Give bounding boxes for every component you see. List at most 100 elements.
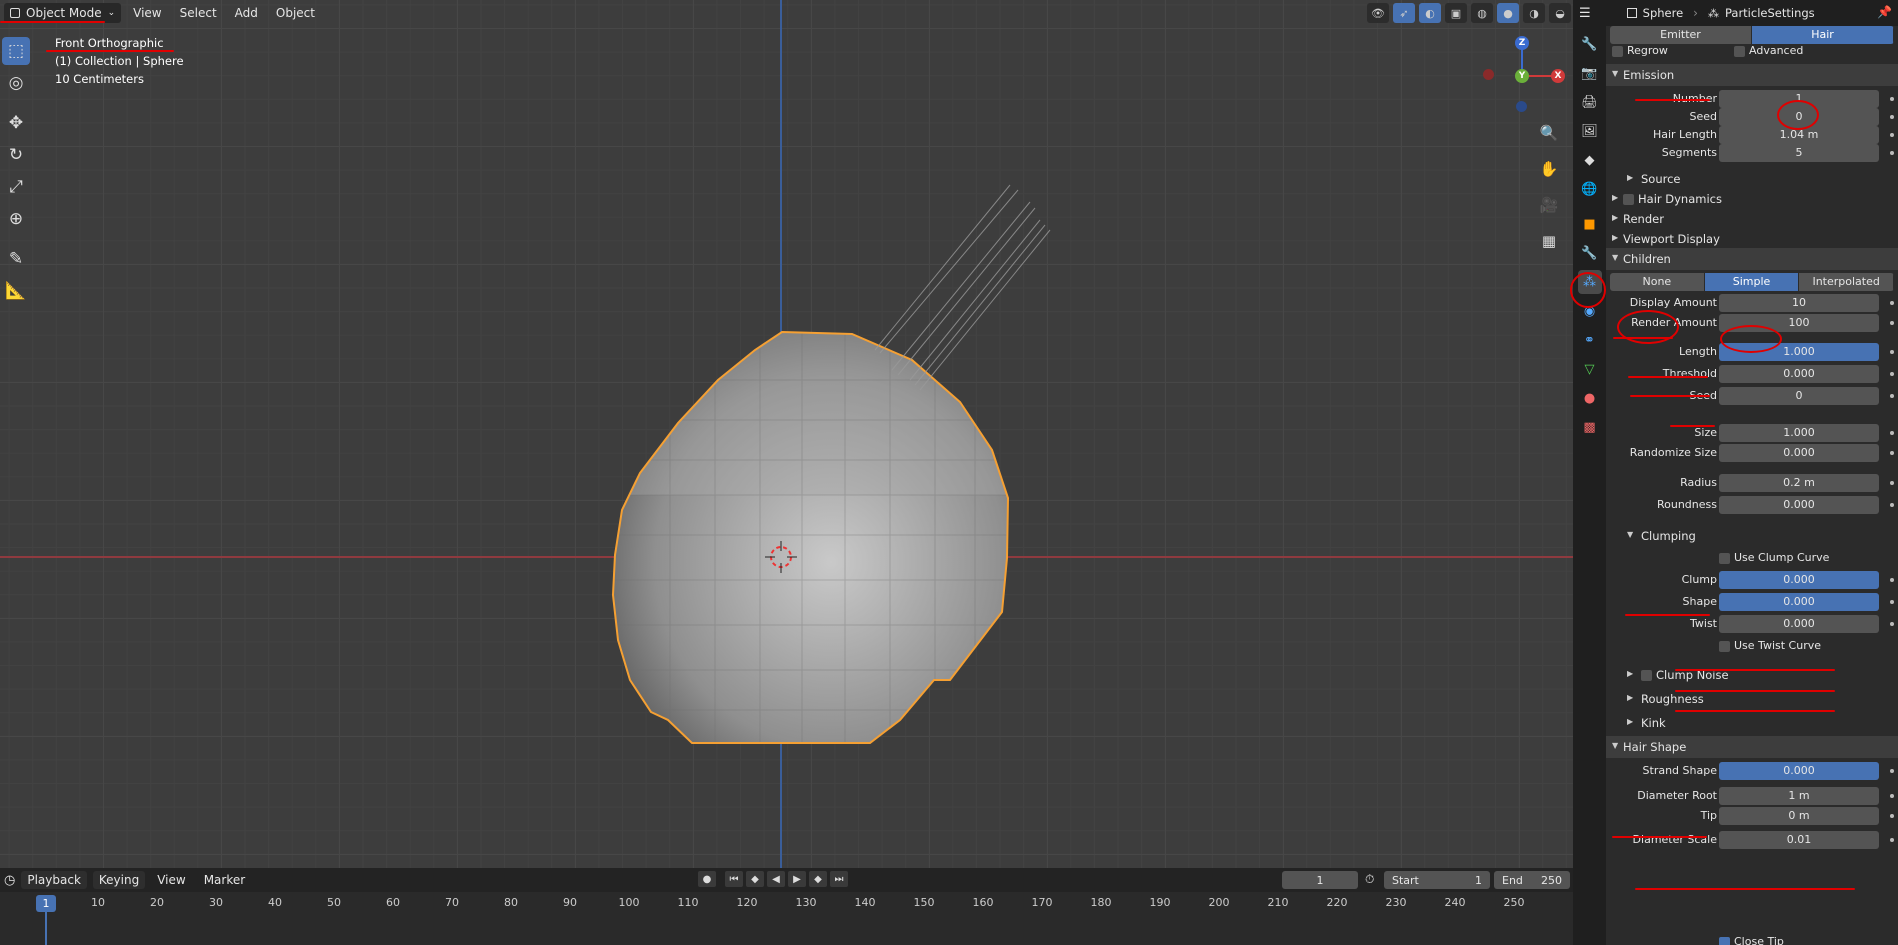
menu-marker[interactable]: Marker: [198, 871, 251, 889]
cursor-tool-icon[interactable]: ◎: [2, 69, 30, 97]
twist-field[interactable]: 0.000: [1719, 615, 1879, 633]
type-hair[interactable]: Hair: [1752, 26, 1894, 44]
record-icon[interactable]: ●: [698, 871, 716, 887]
editor-type-icon[interactable]: ◷: [4, 873, 15, 888]
radius-field[interactable]: 0.2 m: [1719, 474, 1879, 492]
close-tip-checkbox[interactable]: Close Tip: [1719, 935, 1784, 945]
menu-timeline-view[interactable]: View: [151, 871, 191, 889]
gizmo-neg-z-icon[interactable]: [1516, 101, 1527, 112]
next-keyframe-icon[interactable]: ◆: [809, 871, 827, 887]
grid-view-icon[interactable]: ▦: [1536, 228, 1562, 254]
gizmo-z-icon[interactable]: Z: [1515, 36, 1529, 50]
view-layer-tab-icon[interactable]: 🖼: [1578, 119, 1602, 143]
scale-tool-icon[interactable]: ⤢: [2, 173, 30, 201]
material-tab-icon[interactable]: ●: [1578, 386, 1602, 410]
camera-icon[interactable]: 🎥: [1536, 192, 1562, 218]
clumping-subpanel-header[interactable]: ▼ Clumping: [1606, 525, 1898, 547]
end-frame-field[interactable]: End 250: [1494, 871, 1570, 889]
current-frame-field[interactable]: 1: [1282, 871, 1358, 889]
rotate-tool-icon[interactable]: ↻: [2, 141, 30, 169]
start-frame-field[interactable]: Start 1: [1384, 871, 1490, 889]
navigation-gizmo[interactable]: Z Y X: [1480, 35, 1570, 115]
children-simple[interactable]: Simple: [1704, 273, 1800, 291]
jump-start-icon[interactable]: ⏮: [725, 871, 743, 887]
xray-toggle-icon[interactable]: ▣: [1445, 3, 1467, 23]
measure-tool-icon[interactable]: 📐: [2, 277, 30, 305]
mode-dropdown[interactable]: Object Mode ⌄: [4, 3, 122, 23]
menu-keying[interactable]: Keying: [92, 871, 146, 889]
threshold-field[interactable]: 0.000: [1719, 365, 1879, 383]
move-tool-icon[interactable]: ✥: [2, 109, 30, 137]
transform-tool-icon[interactable]: ⊕: [2, 205, 30, 233]
render-tab-icon[interactable]: 📷: [1578, 61, 1602, 85]
annotate-tool-icon[interactable]: ✎: [2, 245, 30, 273]
emission-panel-header[interactable]: ▼ Emission: [1606, 64, 1898, 86]
clump-slider[interactable]: 0.000: [1719, 571, 1879, 589]
object-tab-icon[interactable]: ■: [1578, 212, 1602, 236]
children-none[interactable]: None: [1610, 273, 1705, 291]
prev-keyframe-icon[interactable]: ◆: [746, 871, 764, 887]
randomize-size-field[interactable]: 0.000: [1719, 444, 1879, 462]
menu-add[interactable]: Add: [229, 3, 264, 23]
strand-shape-slider[interactable]: 0.000: [1719, 762, 1879, 780]
scene-tab-icon[interactable]: ◆: [1578, 148, 1602, 172]
segments-field[interactable]: 5: [1719, 144, 1879, 162]
size-field[interactable]: 1.000: [1719, 424, 1879, 442]
pin-icon[interactable]: 📌: [1877, 5, 1892, 19]
playhead[interactable]: 1: [36, 895, 56, 912]
shape-slider[interactable]: 0.000: [1719, 593, 1879, 611]
rendered-shading-icon[interactable]: ◒: [1549, 3, 1571, 23]
use-clump-curve-checkbox[interactable]: Use Clump Curve: [1719, 551, 1829, 564]
constraints-tab-icon[interactable]: ⚭: [1578, 328, 1602, 352]
play-reverse-icon[interactable]: ◀: [767, 871, 785, 887]
frame-ruler[interactable]: 10 20 30 40 50 60 70 80 90 100 110 120 130 140 150 160 1…: [0, 894, 1573, 914]
material-shading-icon[interactable]: ◑: [1523, 3, 1545, 23]
editor-type-icon[interactable]: ☰: [1579, 6, 1591, 21]
clump-noise-subpanel[interactable]: ▶ Clump Noise: [1606, 664, 1898, 686]
hair-shape-panel-header[interactable]: ▼ Hair Shape: [1606, 736, 1898, 758]
menu-view[interactable]: View: [127, 3, 167, 23]
render-panel[interactable]: ▶ Render: [1606, 208, 1898, 230]
texture-tab-icon[interactable]: ▩: [1578, 415, 1602, 439]
modifier-tab-icon[interactable]: 🔧: [1578, 241, 1602, 265]
zoom-icon[interactable]: 🔍: [1536, 120, 1562, 146]
regrow-checkbox[interactable]: Regrow: [1612, 44, 1668, 57]
kink-subpanel[interactable]: ▶ Kink: [1606, 712, 1898, 734]
type-emitter[interactable]: Emitter: [1610, 26, 1752, 44]
children-interpolated[interactable]: Interpolated: [1799, 273, 1894, 291]
viewport-display-panel[interactable]: ▶ Viewport Display: [1606, 228, 1898, 250]
output-tab-icon[interactable]: 🖨: [1578, 90, 1602, 114]
jump-end-icon[interactable]: ⏭: [830, 871, 848, 887]
pan-hand-icon[interactable]: ✋: [1536, 156, 1562, 182]
overlay-toggle-icon[interactable]: ◐: [1419, 3, 1441, 23]
3d-viewport[interactable]: Object Mode ⌄ View Select Add Object 👁 ➶…: [0, 0, 1573, 868]
tool-tab-icon[interactable]: 🔧: [1578, 32, 1602, 56]
use-twist-curve-checkbox[interactable]: Use Twist Curve: [1719, 639, 1821, 652]
roundness-field[interactable]: 0.000: [1719, 496, 1879, 514]
menu-select[interactable]: Select: [174, 3, 223, 23]
select-box-icon[interactable]: ⬚: [2, 37, 30, 65]
stopwatch-icon[interactable]: ⏱: [1365, 872, 1374, 887]
gizmo-toggle-icon[interactable]: ➶: [1393, 3, 1415, 23]
data-tab-icon[interactable]: ▽: [1578, 357, 1602, 381]
source-subpanel[interactable]: ▶ Source: [1606, 168, 1898, 190]
gizmo-x-icon[interactable]: X: [1551, 69, 1565, 83]
gizmo-neg-x-icon[interactable]: [1483, 69, 1494, 80]
display-amount-field[interactable]: 10: [1719, 294, 1879, 312]
menu-object[interactable]: Object: [270, 3, 321, 23]
world-tab-icon[interactable]: 🌐: [1578, 177, 1602, 201]
solid-shading-icon[interactable]: ●: [1497, 3, 1519, 23]
children-panel-header[interactable]: ▼ Children: [1606, 248, 1898, 270]
diameter-scale-field[interactable]: 0.01: [1719, 831, 1879, 849]
menu-playback[interactable]: Playback: [21, 871, 87, 889]
visibility-icon[interactable]: 👁: [1367, 3, 1389, 23]
play-icon[interactable]: ▶: [788, 871, 806, 887]
wireframe-shading-icon[interactable]: ◍: [1471, 3, 1493, 23]
advanced-checkbox[interactable]: Advanced: [1734, 44, 1803, 57]
hair-dynamics-panel[interactable]: ▶ Hair Dynamics: [1606, 188, 1898, 210]
gizmo-y-icon[interactable]: Y: [1515, 69, 1529, 83]
diameter-root-field[interactable]: 1 m: [1719, 787, 1879, 805]
child-seed-field[interactable]: 0: [1719, 387, 1879, 405]
sphere-object[interactable]: [540, 180, 1060, 760]
tip-field[interactable]: 0 m: [1719, 807, 1879, 825]
